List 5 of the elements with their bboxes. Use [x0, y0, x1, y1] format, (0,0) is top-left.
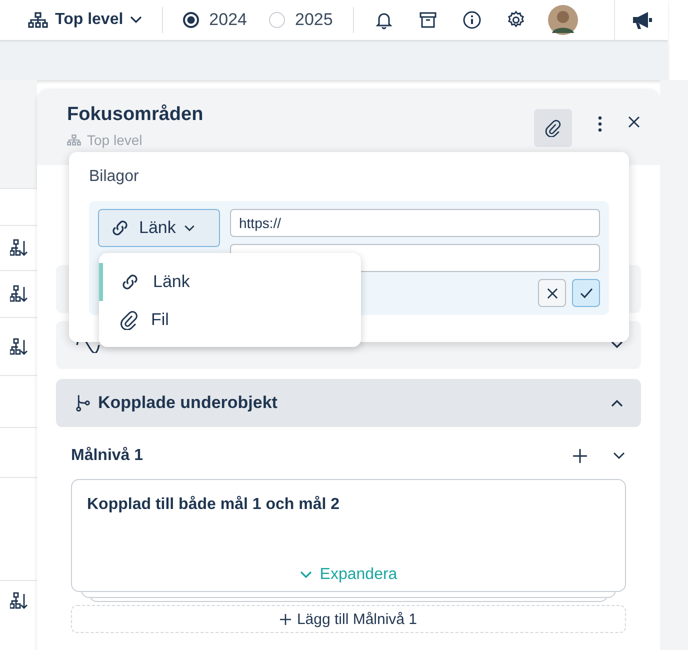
panel-title: Fokusområden: [67, 104, 204, 126]
group-title: Målnivå 1: [71, 447, 144, 465]
panel-subtitle: Top level: [87, 132, 142, 148]
card-title: Kopplad till både mål 1 och mål 2: [87, 496, 340, 514]
popover-title: Bilagor: [89, 168, 140, 186]
